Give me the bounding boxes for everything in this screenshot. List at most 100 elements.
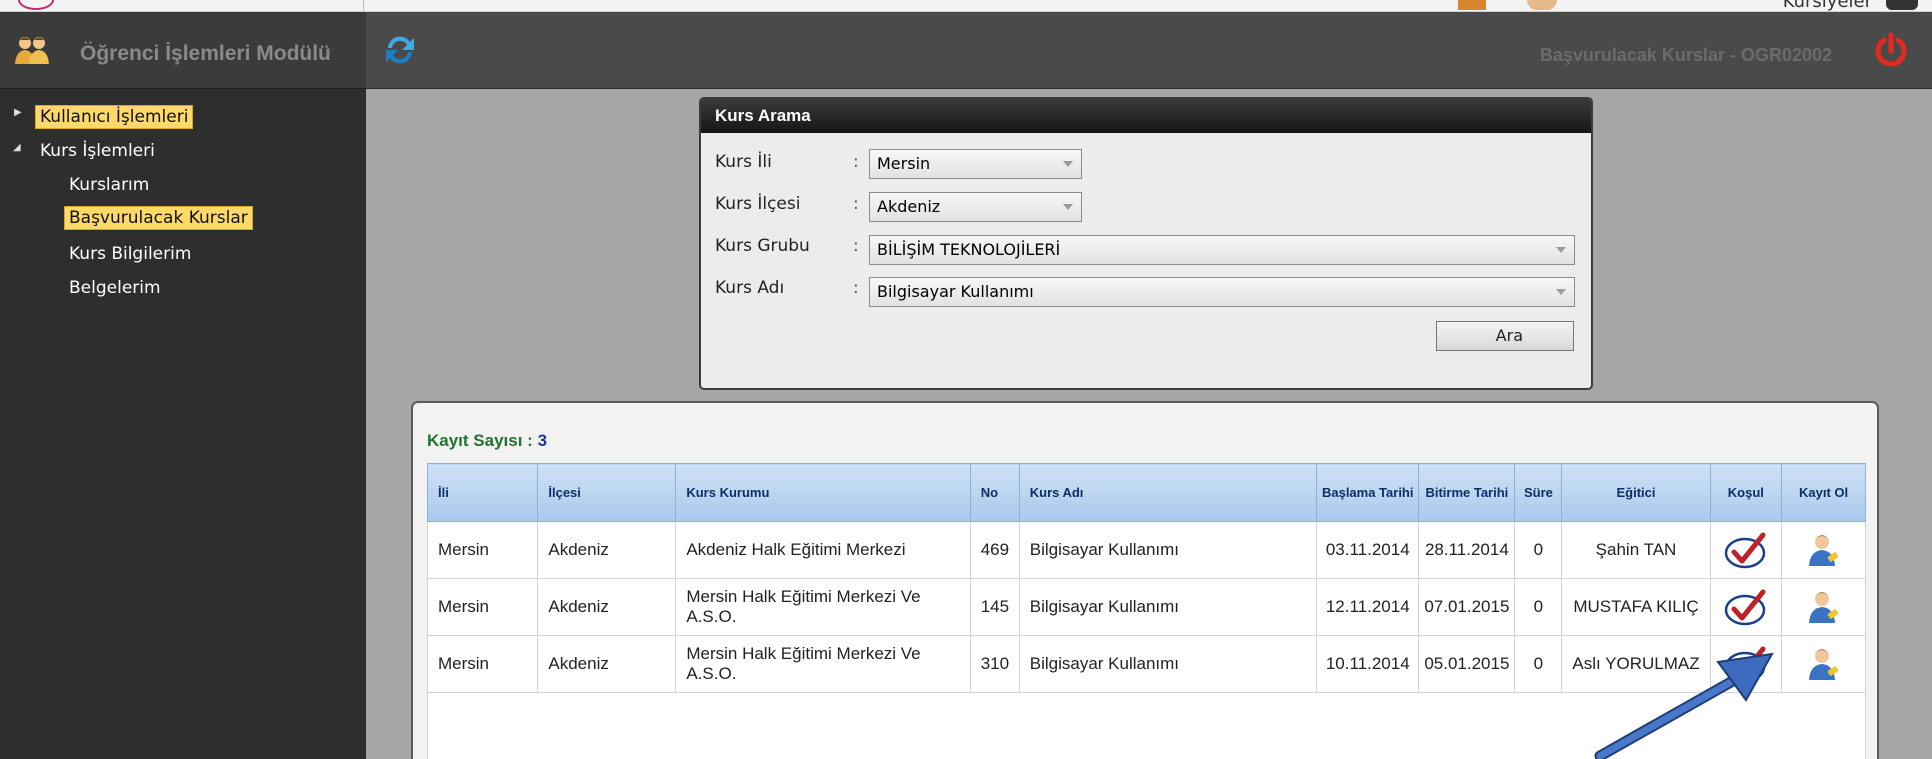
register-person-icon[interactable] xyxy=(1808,646,1840,682)
course-group-select[interactable]: BİLİŞİM TEKNOLOJİLERİ xyxy=(869,235,1575,265)
check-condition-icon[interactable] xyxy=(1723,529,1769,571)
cell-no: 310 xyxy=(969,635,1020,693)
cell-start-date: 10.11.2014 xyxy=(1316,635,1420,693)
record-count: Kayıt Sayısı : 3 xyxy=(427,431,547,451)
cell-duration: 0 xyxy=(1514,635,1563,693)
cell-course-name: Bilgisayar Kullanımı xyxy=(1018,578,1318,636)
cell-register xyxy=(1781,635,1866,693)
course-name-select-value: Bilgisayar Kullanımı xyxy=(877,282,1034,301)
table-row: Mersin Akdeniz Mersin Halk Eğitimi Merke… xyxy=(426,578,1866,636)
column-header-register[interactable]: Kayıt Ol xyxy=(1781,463,1866,522)
nav-item-courses-to-apply[interactable]: Başvurulacak Kurslar xyxy=(64,206,253,230)
column-header-condition[interactable]: Koşul xyxy=(1709,463,1783,522)
cell-instructor: Şahin TAN xyxy=(1561,521,1711,579)
field-label-group: Kurs Grubu xyxy=(715,236,810,256)
district-select-value: Akdeniz xyxy=(877,197,941,216)
cell-end-date: 28.11.2014 xyxy=(1418,521,1516,579)
annotation-arrow-icon xyxy=(1594,652,1774,759)
cell-no: 469 xyxy=(969,521,1020,579)
module-title: Öğrenci İşlemleri Modülü xyxy=(80,42,331,65)
user-label: Kursiyeler xyxy=(1782,0,1872,12)
colon: : xyxy=(853,236,859,256)
refresh-icon[interactable] xyxy=(382,32,418,68)
students-icon xyxy=(15,37,49,64)
city-select[interactable]: Mersin xyxy=(869,149,1082,179)
column-header-no[interactable]: No xyxy=(969,463,1020,522)
column-header-start-date[interactable]: Başlama Tarihi xyxy=(1316,463,1420,522)
cell-register xyxy=(1781,521,1866,579)
search-panel-title: Kurs Arama xyxy=(701,99,1591,133)
cell-condition xyxy=(1709,578,1783,636)
column-header-city[interactable]: İli xyxy=(426,463,539,522)
cell-institution: Mersin Halk Eğitimi Merkezi Ve A.S.O. xyxy=(675,635,971,693)
search-button[interactable]: Ara xyxy=(1436,321,1574,351)
course-search-panel: Kurs Arama Kurs İli : Mersin Kurs İlçesi… xyxy=(699,97,1593,390)
register-person-icon[interactable] xyxy=(1808,532,1840,568)
module-header: Öğrenci İşlemleri Modülü xyxy=(0,12,366,89)
cell-no: 145 xyxy=(969,578,1020,636)
nav-item-my-courses[interactable]: Kurslarım xyxy=(69,175,149,195)
cell-city: Mersin xyxy=(426,521,539,579)
cell-duration: 0 xyxy=(1514,521,1563,579)
record-count-label: Kayıt Sayısı : xyxy=(427,431,533,450)
cell-course-name: Bilgisayar Kullanımı xyxy=(1018,521,1318,579)
nav-group-user-operations[interactable]: Kullanıcı İşlemleri xyxy=(35,105,194,129)
colon: : xyxy=(853,278,859,298)
colon: : xyxy=(853,194,859,214)
column-header-end-date[interactable]: Bitirme Tarihi xyxy=(1418,463,1516,522)
top-bar: Kursiyeler xyxy=(0,0,1932,12)
cell-instructor: MUSTAFA KILIÇ xyxy=(1561,578,1711,636)
cell-start-date: 03.11.2014 xyxy=(1316,521,1420,579)
check-condition-icon[interactable] xyxy=(1723,586,1769,628)
column-header-instructor[interactable]: Eğitici xyxy=(1561,463,1711,522)
cell-district: Akdeniz xyxy=(537,578,677,636)
column-header-duration[interactable]: Süre xyxy=(1514,463,1563,522)
record-count-value: 3 xyxy=(537,431,548,450)
sidebar: Öğrenci İşlemleri Modülü ▶ Kullanıcı İşl… xyxy=(0,12,366,759)
cell-end-date: 07.01.2015 xyxy=(1418,578,1516,636)
expanded-arrow-icon[interactable]: ◢ xyxy=(13,142,21,153)
cell-institution: Mersin Halk Eğitimi Merkezi Ve A.S.O. xyxy=(675,578,971,636)
column-header-district[interactable]: İlçesi xyxy=(537,463,677,522)
app-logo xyxy=(18,0,54,10)
field-label-city: Kurs İli xyxy=(715,152,772,172)
cell-district: Akdeniz xyxy=(537,635,677,693)
chevron-down-icon xyxy=(1556,247,1566,253)
course-group-select-value: BİLİŞİM TEKNOLOJİLERİ xyxy=(877,240,1061,259)
main-header: Başvurulacak Kurslar - OGR02002 xyxy=(366,12,1932,89)
nav-group-course-operations[interactable]: Kurs İşlemleri xyxy=(40,141,155,161)
cell-district: Akdeniz xyxy=(537,521,677,579)
keyboard-icon[interactable] xyxy=(1886,0,1918,10)
user-avatar-icon[interactable] xyxy=(1527,0,1557,10)
chevron-down-icon xyxy=(1063,204,1073,210)
nav-item-documents[interactable]: Belgelerim xyxy=(69,278,161,298)
collapsed-arrow-icon[interactable]: ▶ xyxy=(14,107,22,118)
cell-institution: Akdeniz Halk Eğitimi Merkezi xyxy=(675,521,971,579)
table-header-row: İli İlçesi Kurs Kurumu No Kurs Adı Başla… xyxy=(426,463,1866,522)
cell-register xyxy=(1781,578,1866,636)
cell-start-date: 12.11.2014 xyxy=(1316,578,1420,636)
nav-item-course-info[interactable]: Kurs Bilgilerim xyxy=(69,244,191,264)
field-label-course-name: Kurs Adı xyxy=(715,278,785,298)
table-row: Mersin Akdeniz Akdeniz Halk Eğitimi Merk… xyxy=(426,521,1866,579)
cell-end-date: 05.01.2015 xyxy=(1418,635,1516,693)
city-select-value: Mersin xyxy=(877,154,931,173)
top-divider xyxy=(363,0,364,11)
cell-condition xyxy=(1709,521,1783,579)
column-header-course-name[interactable]: Kurs Adı xyxy=(1018,463,1318,522)
page-title: Başvurulacak Kurslar - OGR02002 xyxy=(1539,45,1832,65)
chevron-down-icon xyxy=(1063,161,1073,167)
colon: : xyxy=(853,152,859,172)
cell-course-name: Bilgisayar Kullanımı xyxy=(1018,635,1318,693)
chevron-down-icon xyxy=(1556,289,1566,295)
cell-city: Mersin xyxy=(426,578,539,636)
cell-city: Mersin xyxy=(426,635,539,693)
box-icon[interactable] xyxy=(1458,0,1486,10)
field-label-district: Kurs İlçesi xyxy=(715,194,801,214)
power-icon[interactable] xyxy=(1872,32,1910,70)
register-person-icon[interactable] xyxy=(1808,589,1840,625)
column-header-institution[interactable]: Kurs Kurumu xyxy=(675,463,971,522)
course-name-select[interactable]: Bilgisayar Kullanımı xyxy=(869,277,1575,307)
district-select[interactable]: Akdeniz xyxy=(869,192,1082,222)
cell-duration: 0 xyxy=(1514,578,1563,636)
